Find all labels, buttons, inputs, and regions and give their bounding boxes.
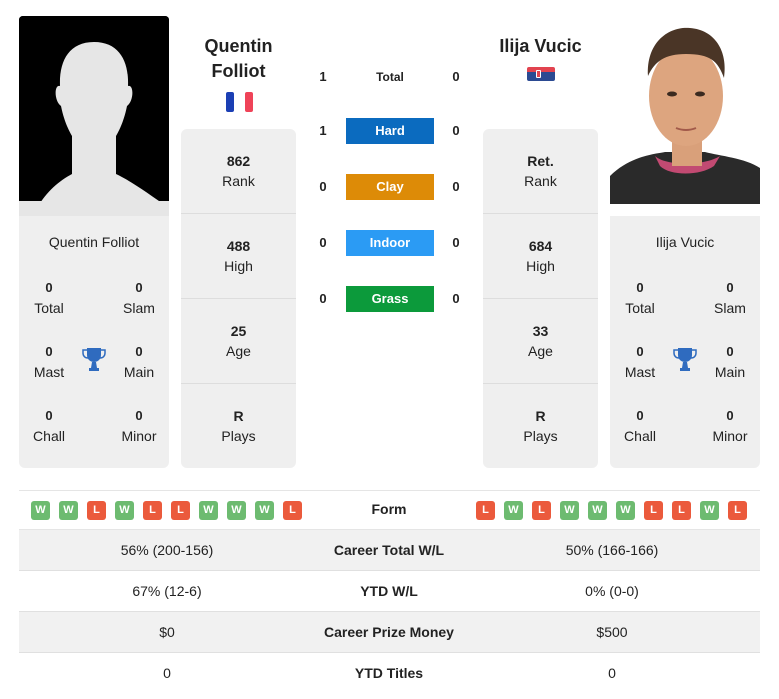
- player-right-form: LWLWWWLLWL: [476, 501, 747, 520]
- h2h-indoor-left: 0: [319, 235, 327, 250]
- row-label: Career Prize Money: [324, 624, 454, 640]
- comparison-row-prize-money: $0 Career Prize Money $500: [19, 612, 760, 653]
- titles-main: 0 Main: [714, 344, 746, 380]
- h2h-total-right: 0: [452, 69, 460, 84]
- form-row: WWLWLLWWWL Form LWLWWWLLWL: [19, 490, 760, 530]
- h2h-clay-right: 0: [452, 179, 460, 194]
- h2h-clay-left: 0: [319, 179, 327, 194]
- player-right-info: Ret. Rank 684 High 33 Age R Plays: [483, 129, 598, 468]
- form-win-badge[interactable]: W: [588, 501, 607, 520]
- player-photo-icon: [610, 16, 760, 204]
- titles-slam: 0 Slam: [714, 280, 746, 316]
- silhouette-icon: [19, 16, 169, 216]
- form-win-badge[interactable]: W: [255, 501, 274, 520]
- titles-minor: 0 Minor: [121, 408, 157, 444]
- comparison-row-ytd-wl: 67% (12-6) YTD W/L 0% (0-0): [19, 571, 760, 612]
- row-label: YTD Titles: [354, 665, 424, 681]
- info-high: 488 High: [181, 214, 296, 299]
- player-right-card-name: Ilija Vucic: [655, 234, 715, 250]
- form-loss-badge[interactable]: L: [644, 501, 663, 520]
- info-rank: Ret. Rank: [483, 129, 598, 214]
- left-value: 67% (12-6): [132, 583, 202, 599]
- titles-main: 0 Main: [123, 344, 155, 380]
- info-plays: R Plays: [523, 408, 558, 444]
- right-value: 0: [608, 665, 616, 681]
- titles-chall: 0 Chall: [33, 408, 65, 444]
- form-win-badge[interactable]: W: [115, 501, 134, 520]
- form-label: Form: [371, 501, 407, 517]
- info-age: 25 Age: [181, 299, 296, 384]
- h2h-total-row: 1 Total 0: [300, 64, 480, 90]
- info-high: 684 High: [483, 214, 598, 299]
- titles-chall: 0 Chall: [624, 408, 656, 444]
- info-age: 33 Age: [483, 299, 598, 384]
- form-loss-badge[interactable]: L: [672, 501, 691, 520]
- h2h-indoor-row: 0 Indoor 0: [300, 230, 480, 256]
- form-loss-badge[interactable]: L: [532, 501, 551, 520]
- right-value: $500: [596, 624, 628, 640]
- h2h-total-left: 1: [319, 69, 327, 84]
- titles-slam: 0 Slam: [123, 280, 155, 316]
- h2h-hard-left: 1: [319, 123, 327, 138]
- h2h-grass-row: 0 Grass 0: [300, 286, 480, 312]
- surface-indoor-badge[interactable]: Indoor: [346, 230, 434, 256]
- form-win-badge[interactable]: W: [700, 501, 719, 520]
- form-loss-badge[interactable]: L: [283, 501, 302, 520]
- row-label: YTD W/L: [360, 583, 418, 599]
- player-right-photo: [610, 16, 760, 204]
- form-win-badge[interactable]: W: [504, 501, 523, 520]
- titles-minor: 0 Minor: [712, 408, 748, 444]
- form-loss-badge[interactable]: L: [171, 501, 190, 520]
- left-value: 0: [163, 665, 171, 681]
- form-loss-badge[interactable]: L: [476, 501, 495, 520]
- form-loss-badge[interactable]: L: [143, 501, 162, 520]
- h2h-clay-row: 0 Clay 0: [300, 174, 480, 200]
- right-value: 50% (166-166): [565, 542, 659, 558]
- surface-hard-badge[interactable]: Hard: [346, 118, 434, 144]
- form-loss-badge[interactable]: L: [87, 501, 106, 520]
- right-value: 0% (0-0): [585, 583, 639, 599]
- titles-total: 0 Total: [34, 280, 64, 316]
- surface-grass-badge[interactable]: Grass: [346, 286, 434, 312]
- player-left-card-name: Quentin Folliot: [48, 234, 140, 250]
- player-left-photo: [19, 16, 169, 216]
- form-win-badge[interactable]: W: [199, 501, 218, 520]
- h2h-indoor-right: 0: [452, 235, 460, 250]
- comparison-row-career-wl: 56% (200-156) Career Total W/L 50% (166-…: [19, 530, 760, 571]
- titles-mast: 0 Mast: [624, 344, 656, 380]
- row-label: Career Total W/L: [333, 542, 445, 558]
- comparison-row-ytd-titles: 0 YTD Titles 0: [19, 653, 760, 694]
- trophy-icon: [82, 348, 106, 371]
- titles-total: 0 Total: [625, 280, 655, 316]
- form-win-badge[interactable]: W: [227, 501, 246, 520]
- france-flag-icon: [226, 92, 254, 112]
- h2h-hard-right: 0: [452, 123, 460, 138]
- form-loss-badge[interactable]: L: [728, 501, 747, 520]
- left-value: $0: [159, 624, 175, 640]
- player-left-name[interactable]: Quentin Folliot: [181, 34, 296, 84]
- titles-mast: 0 Mast: [33, 344, 65, 380]
- serbia-flag-icon: [527, 67, 555, 81]
- surface-clay-badge[interactable]: Clay: [346, 174, 434, 200]
- player-left-titles-card: Quentin Folliot 0 Total 0 Slam 0 Mast 0 Main…: [19, 216, 169, 468]
- form-win-badge[interactable]: W: [59, 501, 78, 520]
- player-right-name[interactable]: Ilija Vucic: [483, 34, 598, 59]
- player-left-form: WWLWLLWWWL: [31, 501, 302, 520]
- form-win-badge[interactable]: W: [616, 501, 635, 520]
- form-win-badge[interactable]: W: [31, 501, 50, 520]
- form-win-badge[interactable]: W: [560, 501, 579, 520]
- info-plays: R Plays: [221, 408, 256, 444]
- h2h-total-label: Total: [376, 70, 404, 84]
- h2h-hard-row: 1 Hard 0: [300, 118, 480, 144]
- h2h-grass-right: 0: [452, 291, 460, 306]
- left-value: 56% (200-156): [120, 542, 214, 558]
- trophy-icon: [673, 348, 697, 371]
- player-left-info: 862 Rank 488 High 25 Age R Plays: [181, 129, 296, 468]
- info-rank: 862 Rank: [181, 129, 296, 214]
- player-right-titles-card: Ilija Vucic 0 Total 0 Slam 0 Mast 0 Main 0 Ch…: [610, 216, 760, 468]
- h2h-grass-left: 0: [319, 291, 327, 306]
